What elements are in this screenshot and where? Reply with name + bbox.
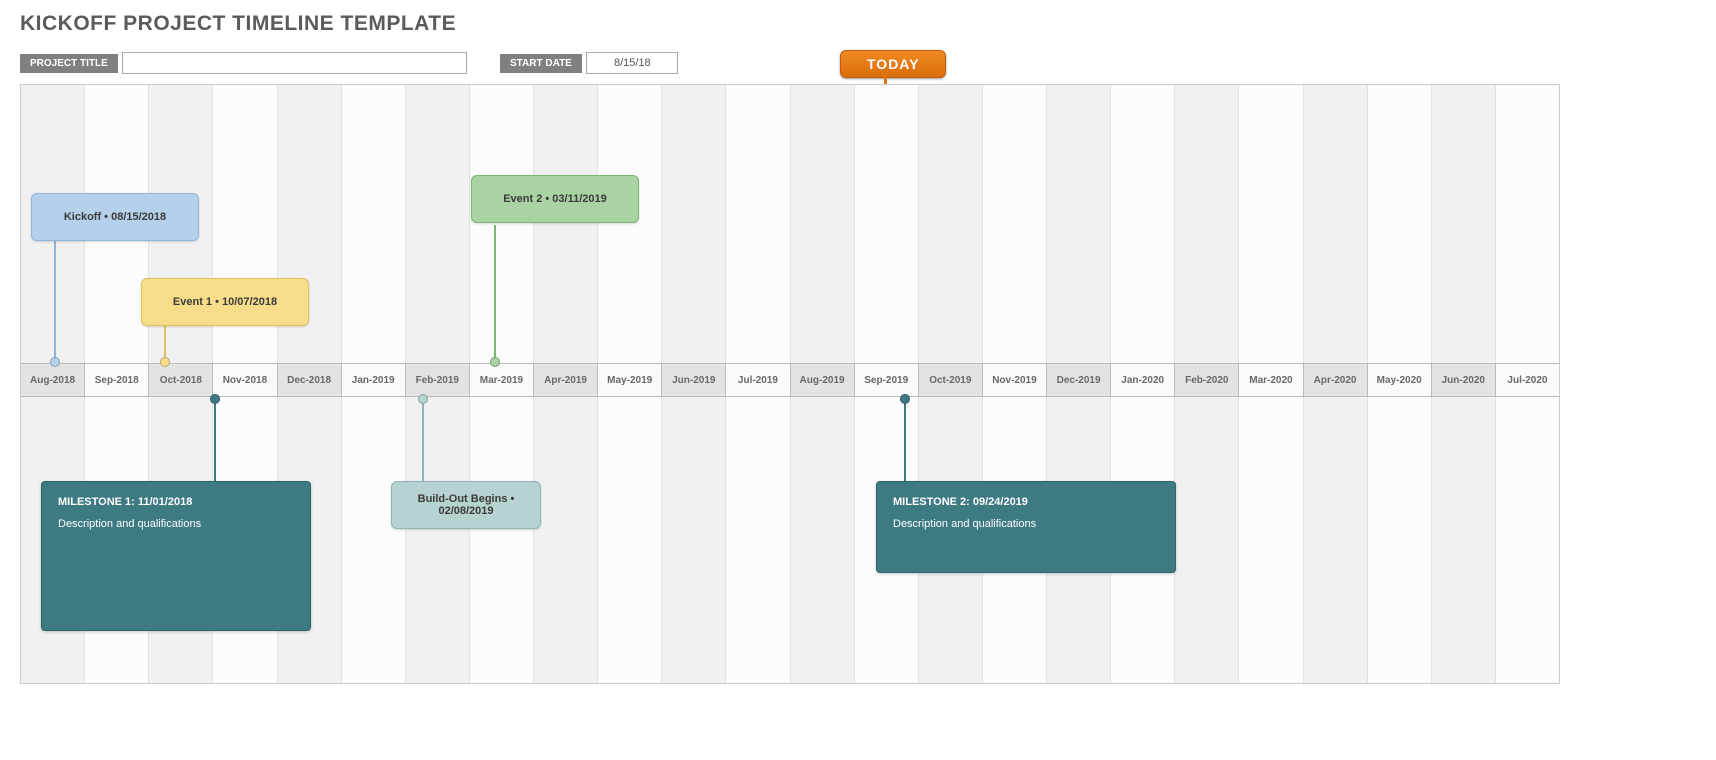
axis-month: Oct-2018	[149, 364, 213, 396]
axis-month: Dec-2018	[278, 364, 342, 396]
timeline-grid: Aug-2018Sep-2018Oct-2018Nov-2018Dec-2018…	[20, 84, 1560, 684]
axis-month: Apr-2019	[534, 364, 598, 396]
axis-month: Sep-2019	[855, 364, 919, 396]
dot-event1	[160, 357, 170, 367]
start-date-input[interactable]: 8/15/18	[586, 52, 678, 74]
axis-month: Aug-2018	[21, 364, 85, 396]
connector-kickoff	[54, 240, 56, 363]
axis-month: Jan-2019	[342, 364, 406, 396]
milestone-card-2[interactable]: MILESTONE 2: 09/24/2019 Description and …	[876, 481, 1176, 573]
axis-month: May-2019	[598, 364, 662, 396]
axis-month: Oct-2019	[919, 364, 983, 396]
axis-month: Aug-2019	[791, 364, 855, 396]
event-card-event2[interactable]: Event 2 • 03/11/2019	[471, 175, 639, 223]
connector-milestone1	[214, 397, 216, 483]
milestone1-title: MILESTONE 1: 11/01/2018	[58, 496, 294, 508]
today-badge: TODAY	[840, 50, 946, 78]
axis-month: Dec-2019	[1047, 364, 1111, 396]
axis-month: Feb-2019	[406, 364, 470, 396]
project-title-label: PROJECT TITLE	[20, 54, 118, 73]
axis-month: Apr-2020	[1304, 364, 1368, 396]
axis-month: Sep-2018	[85, 364, 149, 396]
axis-month: Mar-2020	[1239, 364, 1303, 396]
milestone2-title: MILESTONE 2: 09/24/2019	[893, 496, 1159, 508]
dot-kickoff	[50, 357, 60, 367]
axis-month: Mar-2019	[470, 364, 534, 396]
connector-milestone2	[904, 397, 906, 483]
milestone-card-1[interactable]: MILESTONE 1: 11/01/2018 Description and …	[41, 481, 311, 631]
event-card-kickoff[interactable]: Kickoff • 08/15/2018	[31, 193, 199, 241]
connector-buildout	[422, 397, 424, 483]
axis-month: Jul-2020	[1496, 364, 1559, 396]
page-title: KICKOFF PROJECT TIMELINE TEMPLATE	[20, 12, 456, 36]
axis-month: Jun-2019	[662, 364, 726, 396]
axis-month: Jul-2019	[726, 364, 790, 396]
event-card-buildout[interactable]: Build-Out Begins • 02/08/2019	[391, 481, 541, 529]
axis-month: Jun-2020	[1432, 364, 1496, 396]
axis-month: Feb-2020	[1175, 364, 1239, 396]
axis-month: Nov-2019	[983, 364, 1047, 396]
dot-milestone1	[210, 394, 220, 404]
dot-event2	[490, 357, 500, 367]
axis-month: Nov-2018	[213, 364, 277, 396]
axis-month: Jan-2020	[1111, 364, 1175, 396]
project-title-input[interactable]	[122, 52, 467, 74]
dot-milestone2	[900, 394, 910, 404]
dot-buildout	[418, 394, 428, 404]
connector-event2	[494, 225, 496, 363]
milestone1-desc: Description and qualifications	[58, 518, 294, 530]
start-date-label: START DATE	[500, 54, 582, 73]
timeline-axis: Aug-2018Sep-2018Oct-2018Nov-2018Dec-2018…	[21, 363, 1559, 397]
event-card-event1[interactable]: Event 1 • 10/07/2018	[141, 278, 309, 326]
milestone2-desc: Description and qualifications	[893, 518, 1159, 530]
axis-month: May-2020	[1368, 364, 1432, 396]
